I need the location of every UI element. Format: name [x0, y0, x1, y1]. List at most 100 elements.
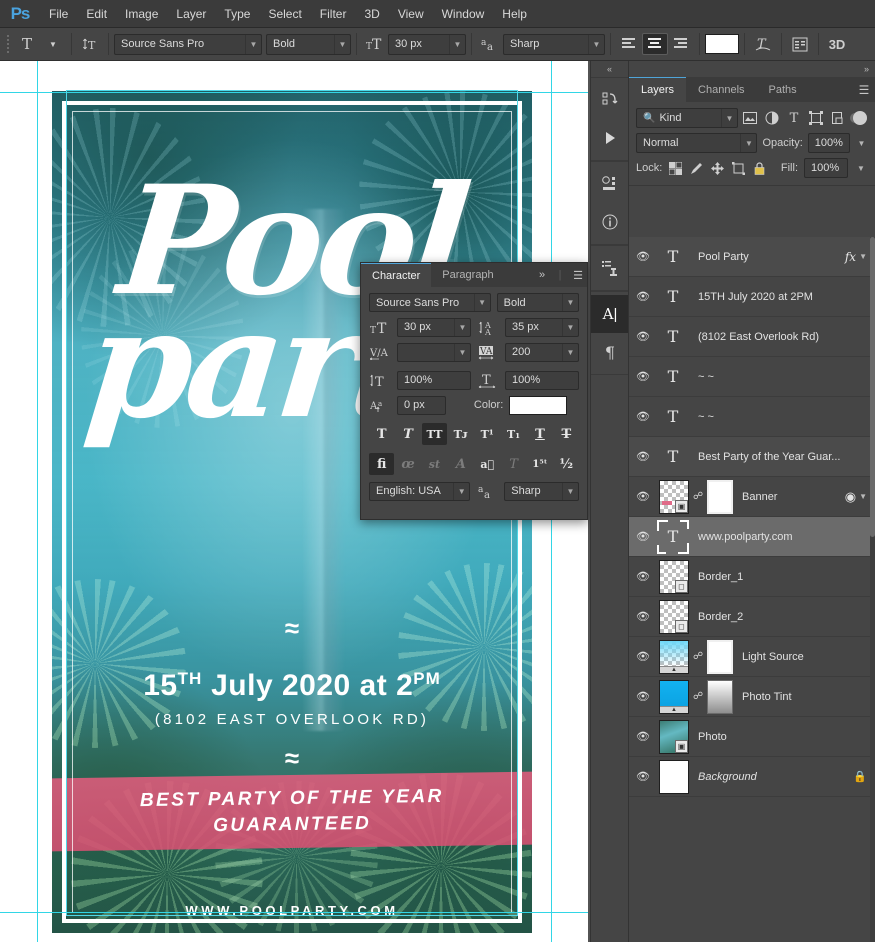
eye-icon[interactable]: 👁: [629, 357, 657, 397]
scrollbar-thumb[interactable]: [870, 237, 875, 537]
chevron-down-icon[interactable]: ▼: [859, 492, 867, 501]
options-bar-grip[interactable]: [4, 33, 12, 55]
layer-thumbnail[interactable]: ◻: [659, 559, 689, 594]
paragraph-panel-icon[interactable]: ¶: [591, 333, 629, 371]
blend-mode-select[interactable]: Normal ▼: [636, 133, 758, 153]
menu-image[interactable]: Image: [116, 3, 167, 25]
link-mask-icon[interactable]: ☍: [693, 651, 703, 662]
contextual-alternates-icon[interactable]: œ: [395, 453, 420, 475]
fx-icon[interactable]: fx: [845, 250, 856, 264]
superscript-icon[interactable]: T¹: [475, 423, 500, 445]
properties-icon[interactable]: [591, 165, 629, 203]
filter-kind-select[interactable]: 🔍 Kind ▼: [636, 108, 738, 128]
lock-transparent-pixels-icon[interactable]: [668, 160, 683, 176]
character-font-family-select[interactable]: Source Sans Pro ▼: [369, 293, 491, 312]
font-style-select[interactable]: Bold ▼: [266, 33, 351, 55]
layer-thumbnail[interactable]: [659, 759, 689, 794]
eye-icon[interactable]: 👁: [629, 277, 657, 317]
eye-icon[interactable]: 👁: [629, 757, 657, 797]
table-row[interactable]: 👁 T Best Party of the Year Guar...: [629, 437, 875, 477]
filter-shape-icon[interactable]: [806, 108, 826, 128]
type-tool-icon[interactable]: T: [14, 33, 40, 55]
layer-mask-thumbnail[interactable]: [707, 679, 733, 714]
swash-icon[interactable]: A: [448, 453, 473, 475]
menu-file[interactable]: File: [40, 3, 77, 25]
eye-icon[interactable]: 👁: [629, 597, 657, 637]
chevron-down-icon[interactable]: ▼: [721, 109, 737, 127]
history-icon[interactable]: [591, 81, 629, 119]
table-row[interactable]: 👁 ▲ ☍ Light Source: [629, 637, 875, 677]
menu-view[interactable]: View: [389, 3, 433, 25]
eye-icon[interactable]: 👁: [629, 437, 657, 477]
double-chevron-left-icon[interactable]: «: [591, 61, 628, 77]
table-row[interactable]: 👁 ◻ Border_2: [629, 597, 875, 637]
layer-list[interactable]: 👁 T Pool Party fx ▼ 👁 T 15TH July 2020 a…: [629, 237, 875, 942]
table-row[interactable]: 👁 ▣ Photo: [629, 717, 875, 757]
chevron-down-icon[interactable]: ▼: [562, 343, 578, 361]
character-panel[interactable]: Character Paragraph » | ☰ Source Sans Pr…: [360, 262, 588, 520]
ordinals-icon[interactable]: 1⁵ᵗ: [527, 453, 552, 475]
menu-edit[interactable]: Edit: [77, 3, 116, 25]
align-center-icon[interactable]: [642, 33, 668, 55]
eye-icon[interactable]: 👁: [629, 237, 657, 277]
layer-effects-icon[interactable]: ◉: [845, 489, 856, 505]
faux-bold-icon[interactable]: T: [369, 423, 394, 445]
eye-icon[interactable]: 👁: [629, 677, 657, 717]
layer-mask-thumbnail[interactable]: [707, 479, 733, 514]
eye-icon[interactable]: 👁: [629, 317, 657, 357]
layer-thumbnail[interactable]: ▣: [659, 719, 689, 754]
panel-menu-icon[interactable]: ☰: [569, 263, 587, 287]
chevron-down-icon[interactable]: ▼: [473, 294, 490, 311]
layer-thumbnail[interactable]: ◻: [659, 599, 689, 634]
fractions-icon[interactable]: ½: [554, 453, 579, 475]
anti-alias-select[interactable]: Sharp ▼: [503, 33, 605, 55]
tab-channels[interactable]: Channels: [686, 77, 756, 102]
opacity-chevron-down-icon[interactable]: ▼: [855, 133, 868, 153]
three-d-button[interactable]: 3D: [824, 33, 850, 55]
font-size-select[interactable]: 30 px ▼: [388, 33, 466, 55]
opacity-input[interactable]: 100%: [807, 133, 850, 153]
chevron-down-icon[interactable]: ▼: [454, 318, 470, 336]
filter-type-icon[interactable]: T: [784, 108, 804, 128]
tab-layers[interactable]: Layers: [629, 77, 687, 102]
strikethrough-icon[interactable]: T: [554, 423, 579, 445]
lock-icon[interactable]: 🔒: [853, 770, 867, 783]
double-chevron-right-icon[interactable]: »: [533, 263, 551, 287]
link-mask-icon[interactable]: ☍: [693, 491, 703, 502]
align-right-icon[interactable]: [668, 33, 694, 55]
info-icon[interactable]: [591, 203, 629, 241]
filter-smart-object-icon[interactable]: [828, 108, 848, 128]
tab-character[interactable]: Character: [361, 263, 432, 287]
table-row[interactable]: 👁 T Pool Party fx ▼: [629, 237, 875, 277]
vertical-scale-input[interactable]: 100%: [397, 370, 471, 390]
faux-italic-icon[interactable]: T: [395, 423, 420, 445]
table-row[interactable]: 👁 ◻ Border_1: [629, 557, 875, 597]
horizontal-scale-input[interactable]: 100%: [505, 370, 579, 390]
fill-chevron-down-icon[interactable]: ▼: [854, 158, 868, 178]
oldstyle-icon[interactable]: a⃗: [475, 453, 500, 475]
menu-type[interactable]: Type: [215, 3, 259, 25]
toggle-text-orientation-icon[interactable]: T: [77, 33, 103, 55]
chevron-down-icon[interactable]: ▼: [454, 343, 470, 361]
clone-source-icon[interactable]: [591, 249, 629, 287]
fill-input[interactable]: 100%: [804, 158, 848, 178]
chevron-down-icon[interactable]: ▼: [859, 252, 867, 261]
standard-ligatures-icon[interactable]: fi: [369, 453, 395, 475]
tracking-select[interactable]: 200 ▼: [505, 342, 579, 362]
filter-pixel-icon[interactable]: [740, 108, 760, 128]
lock-position-icon[interactable]: [710, 160, 725, 176]
text-color-swatch[interactable]: [705, 34, 739, 54]
chevron-down-icon[interactable]: ▼: [245, 34, 261, 54]
chevron-down-icon[interactable]: ▼: [334, 34, 350, 54]
lock-artboard-nesting-icon[interactable]: [731, 160, 746, 176]
menu-help[interactable]: Help: [493, 3, 536, 25]
panel-menu-icon[interactable]: ☰: [853, 77, 875, 102]
language-select[interactable]: English: USA ▼: [369, 481, 471, 501]
lock-image-pixels-icon[interactable]: [689, 160, 704, 176]
eye-icon[interactable]: 👁: [629, 717, 657, 757]
baseline-shift-input[interactable]: 0 px: [397, 395, 446, 415]
guide-horizontal-top[interactable]: [0, 92, 588, 93]
table-row[interactable]: 👁 T www.poolparty.com: [629, 517, 875, 557]
character-panel-icon[interactable]: A |: [591, 295, 629, 333]
layers-scrollbar[interactable]: [870, 237, 875, 942]
